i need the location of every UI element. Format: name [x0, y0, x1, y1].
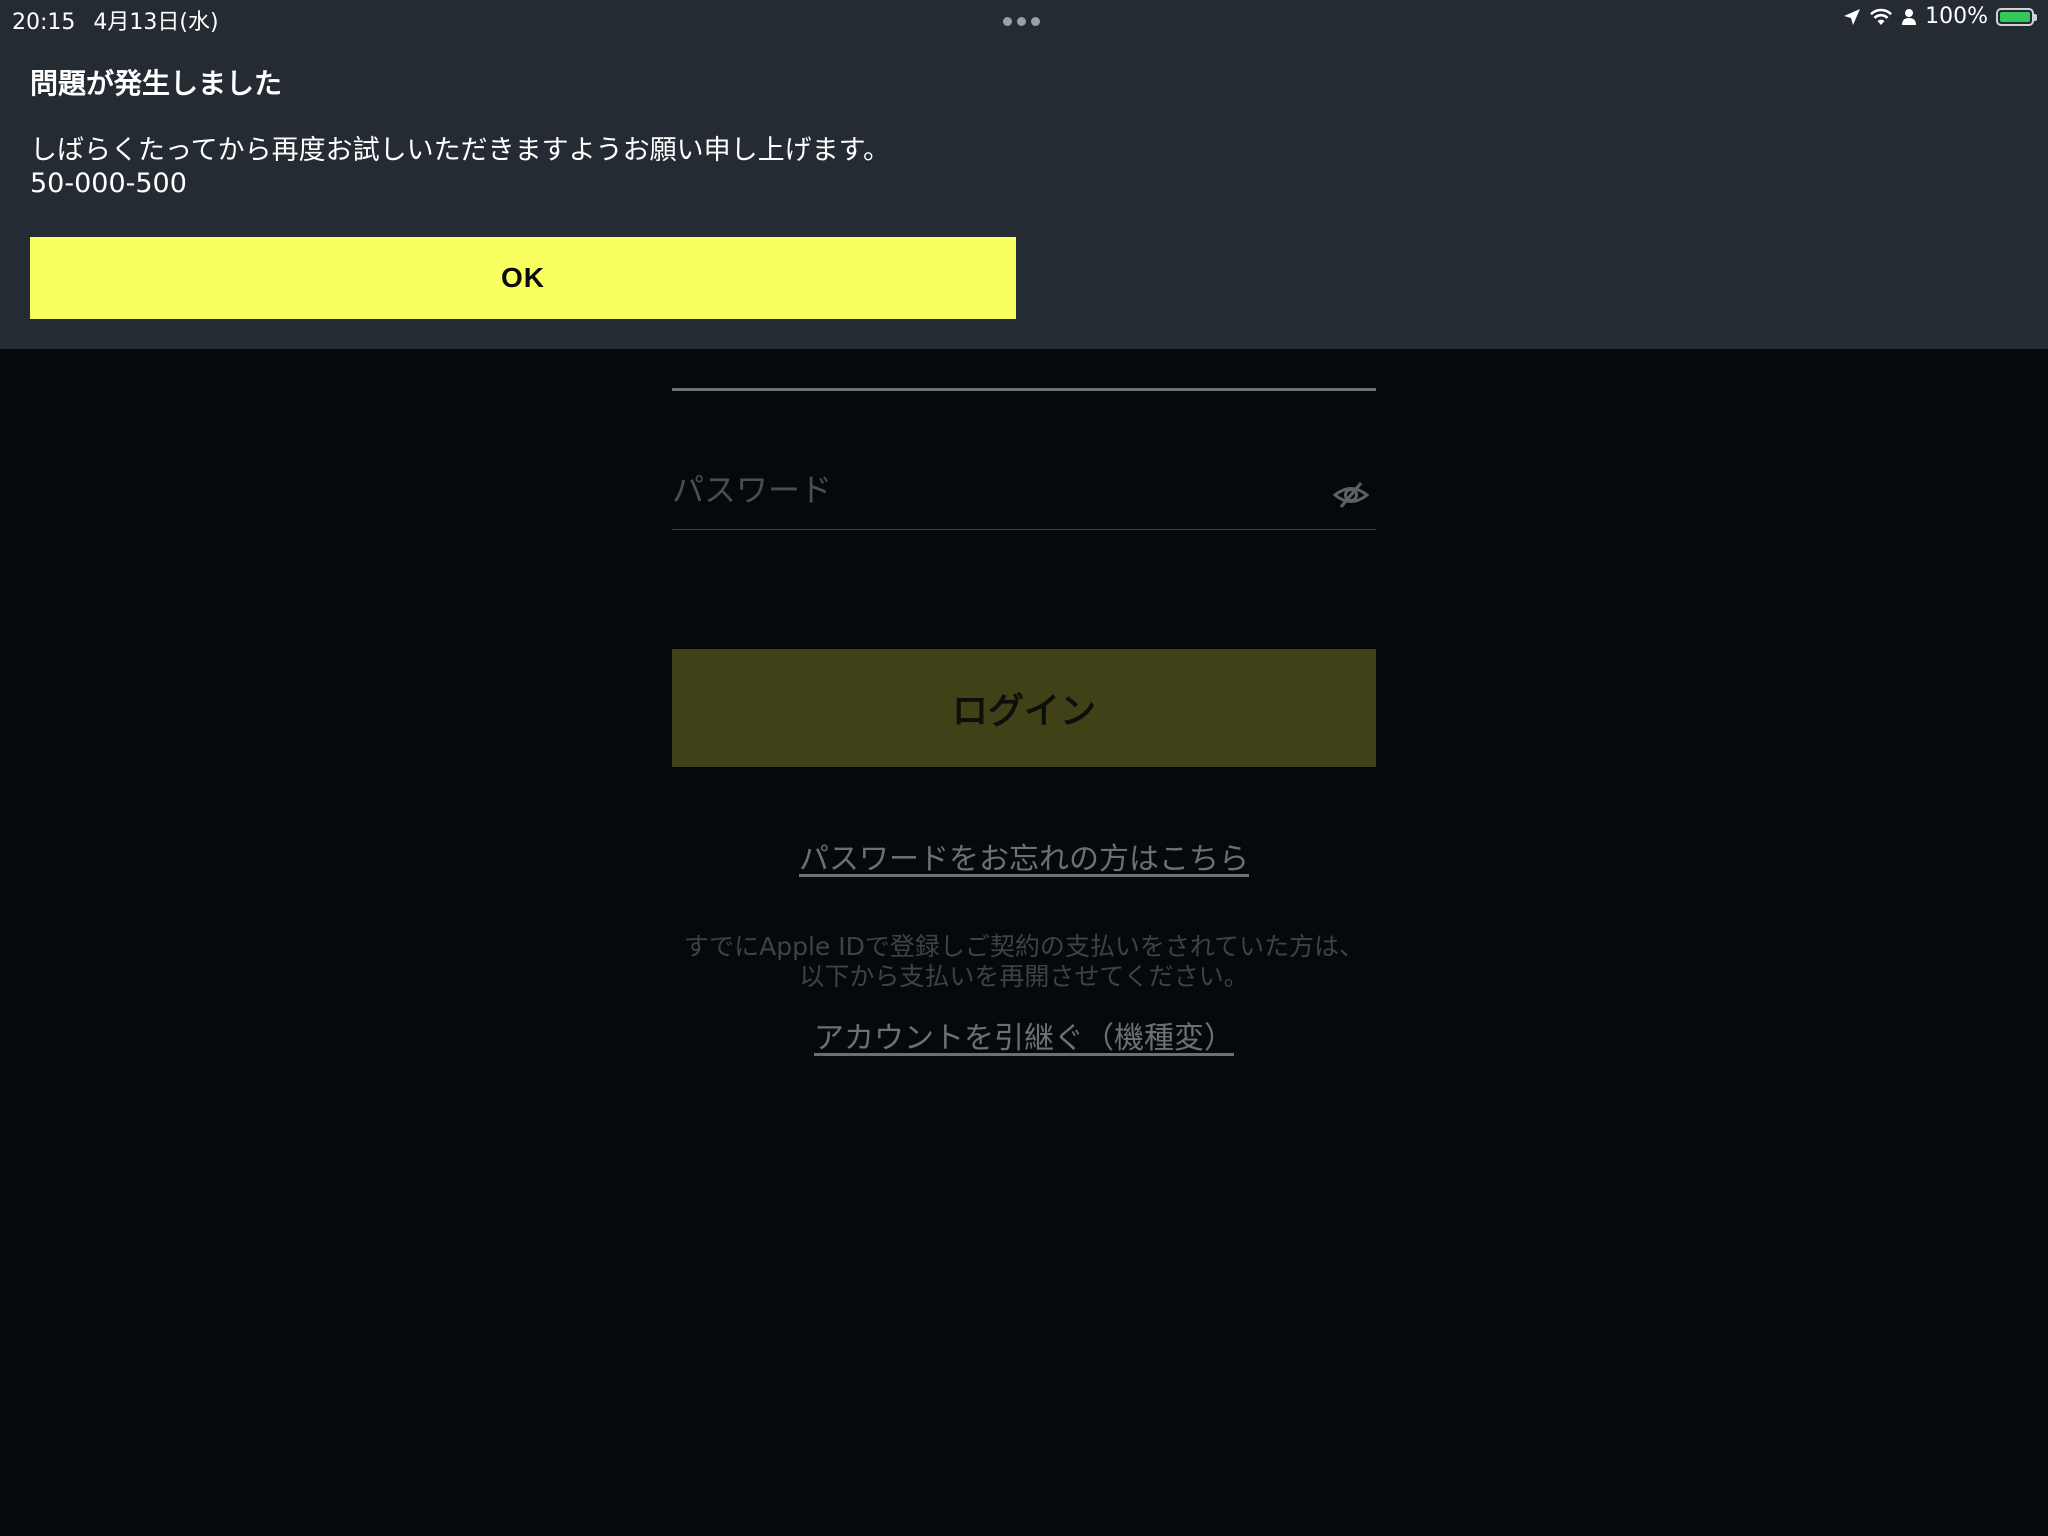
location-arrow-icon — [1844, 8, 1861, 25]
transfer-account-link[interactable]: アカウントを引継ぐ（機種変） — [0, 1013, 2048, 1057]
alert-title: 問題が発生しました — [30, 67, 283, 100]
battery-charging-icon — [1996, 7, 2037, 26]
alert-error-code: 50-000-500 — [30, 168, 187, 199]
status-time: 20:15 — [12, 10, 76, 35]
status-bar: 20:15 4月13日(水) 100% — [0, 0, 2048, 38]
status-date: 4月13日(水) — [93, 10, 219, 35]
forgot-password-link[interactable]: パスワードをお忘れの方はこちら — [0, 834, 2048, 878]
battery-percent: 100% — [1925, 4, 1988, 29]
apple-id-note: すでにApple IDで登録しご契約の支払いをされていた方は、 以下から支払いを… — [0, 932, 2048, 992]
apple-id-note-line1: すでにApple IDで登録しご契約の支払いをされていた方は、 — [683, 932, 1365, 961]
password-field[interactable] — [672, 460, 1376, 530]
wifi-icon — [1870, 8, 1893, 25]
alert-message: しばらくたってから再度お試しいただきますようお願い申し上げます。 — [30, 135, 890, 166]
login-screen: 20:15 4月13日(水) 100% 問題が発生しました しばらくたってから再… — [0, 0, 2048, 1536]
error-alert: 問題が発生しました しばらくたってから再度お試しいただきますようお願い申し上げま… — [0, 0, 2048, 349]
status-indicators: 100% — [1843, 4, 2037, 29]
status-time-date: 20:15 4月13日(水) — [12, 4, 219, 36]
login-button[interactable]: ログイン — [672, 649, 1376, 767]
transfer-account-label[interactable]: アカウントを引継ぐ（機種変） — [814, 1021, 1234, 1056]
multitasking-menu-icon[interactable] — [1003, 17, 1040, 26]
email-field-underline — [672, 388, 1376, 391]
person-icon — [1902, 8, 1917, 25]
forgot-password-label[interactable]: パスワードをお忘れの方はこちら — [799, 842, 1249, 877]
ok-button[interactable]: OK — [30, 237, 1016, 319]
password-input[interactable] — [672, 460, 1312, 520]
apple-id-note-line2: 以下から支払いを再開させてください。 — [799, 962, 1249, 991]
eye-slash-icon[interactable] — [1332, 480, 1370, 510]
